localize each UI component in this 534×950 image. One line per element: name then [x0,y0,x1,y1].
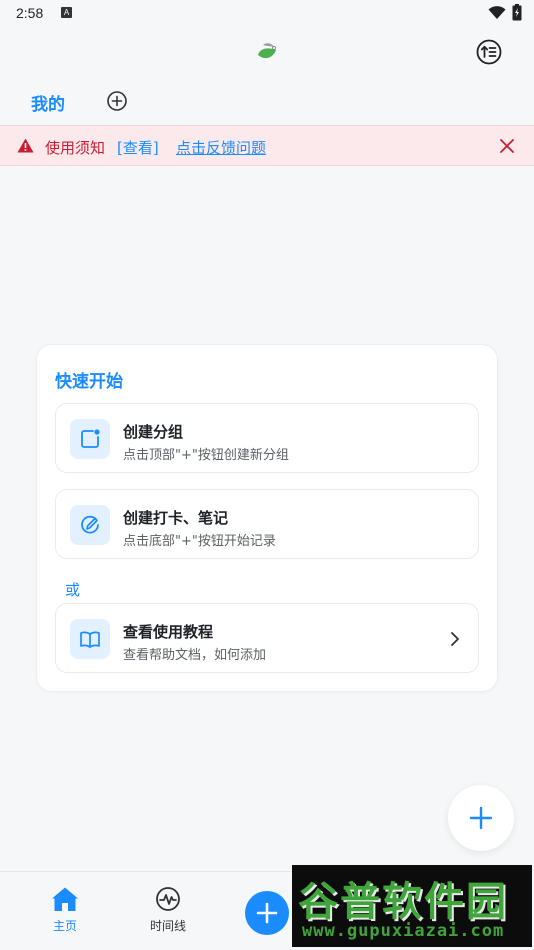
status-icons [488,4,522,21]
app-logo [258,43,276,59]
wifi-icon [488,5,506,19]
item-subtitle: 点击顶部"+"按钮创建新分组 [123,448,289,463]
add-record-button[interactable] [245,891,289,935]
quick-start-card: 快速开始 创建分组 点击顶部"+"按钮创建新分组 创建打卡、笔记 点击底部"+"… [36,344,498,692]
watermark: 谷普软件园 www.gupuxiazai.com [292,865,532,947]
add-circle-icon[interactable] [106,90,128,112]
notification-a-icon: A [61,7,72,18]
new-group-icon [81,429,100,448]
close-icon[interactable] [499,138,515,154]
watermark-text: 谷普软件园 [298,879,508,925]
watermark-url: www.gupuxiazai.com [302,921,505,941]
or-label: 或 [65,581,81,599]
tab-mine[interactable]: 我的 [31,90,65,115]
chevron-right-icon [451,632,459,646]
book-icon [80,631,100,648]
battery-icon [512,4,522,21]
nav-timeline-label: 时间线 [149,919,186,933]
notice-view-link[interactable]: [查看] [117,137,159,158]
item-subtitle: 点击底部"+"按钮开始记录 [123,534,276,549]
edit-circle-icon [81,515,99,534]
timeline-icon [156,887,180,911]
item-title: 创建打卡、笔记 [123,509,229,527]
home-icon [52,887,78,911]
floating-add-button[interactable] [448,785,514,851]
nav-home[interactable]: 主页 [25,886,105,934]
item-icon-box [70,419,110,459]
notice-bar: 使用须知 [查看] 点击反馈问题 [0,125,534,166]
create-group-item[interactable]: 创建分组 点击顶部"+"按钮创建新分组 [55,403,479,473]
item-icon-box [70,505,110,545]
item-icon-box [70,619,110,659]
notice-text: 使用须知 [45,139,106,157]
nav-home-label: 主页 [52,919,77,933]
top-bar [0,28,534,76]
plus-icon [256,902,278,924]
feedback-link[interactable]: 点击反馈问题 [176,137,266,158]
plus-icon [469,806,493,830]
sort-icon[interactable] [476,39,502,65]
warning-icon [17,138,34,153]
tab-row: 我的 [0,80,534,122]
tutorial-item[interactable]: 查看使用教程 查看帮助文档，如何添加 [55,603,479,673]
quick-start-title: 快速开始 [55,372,123,392]
item-subtitle: 查看帮助文档，如何添加 [123,648,267,663]
nav-timeline[interactable]: 时间线 [128,886,208,934]
status-time: 2:58 [16,5,44,21]
create-checkin-item[interactable]: 创建打卡、笔记 点击底部"+"按钮开始记录 [55,489,479,559]
item-title: 创建分组 [123,423,184,441]
item-title: 查看使用教程 [123,623,214,641]
status-bar: 2:58 A [0,0,534,28]
